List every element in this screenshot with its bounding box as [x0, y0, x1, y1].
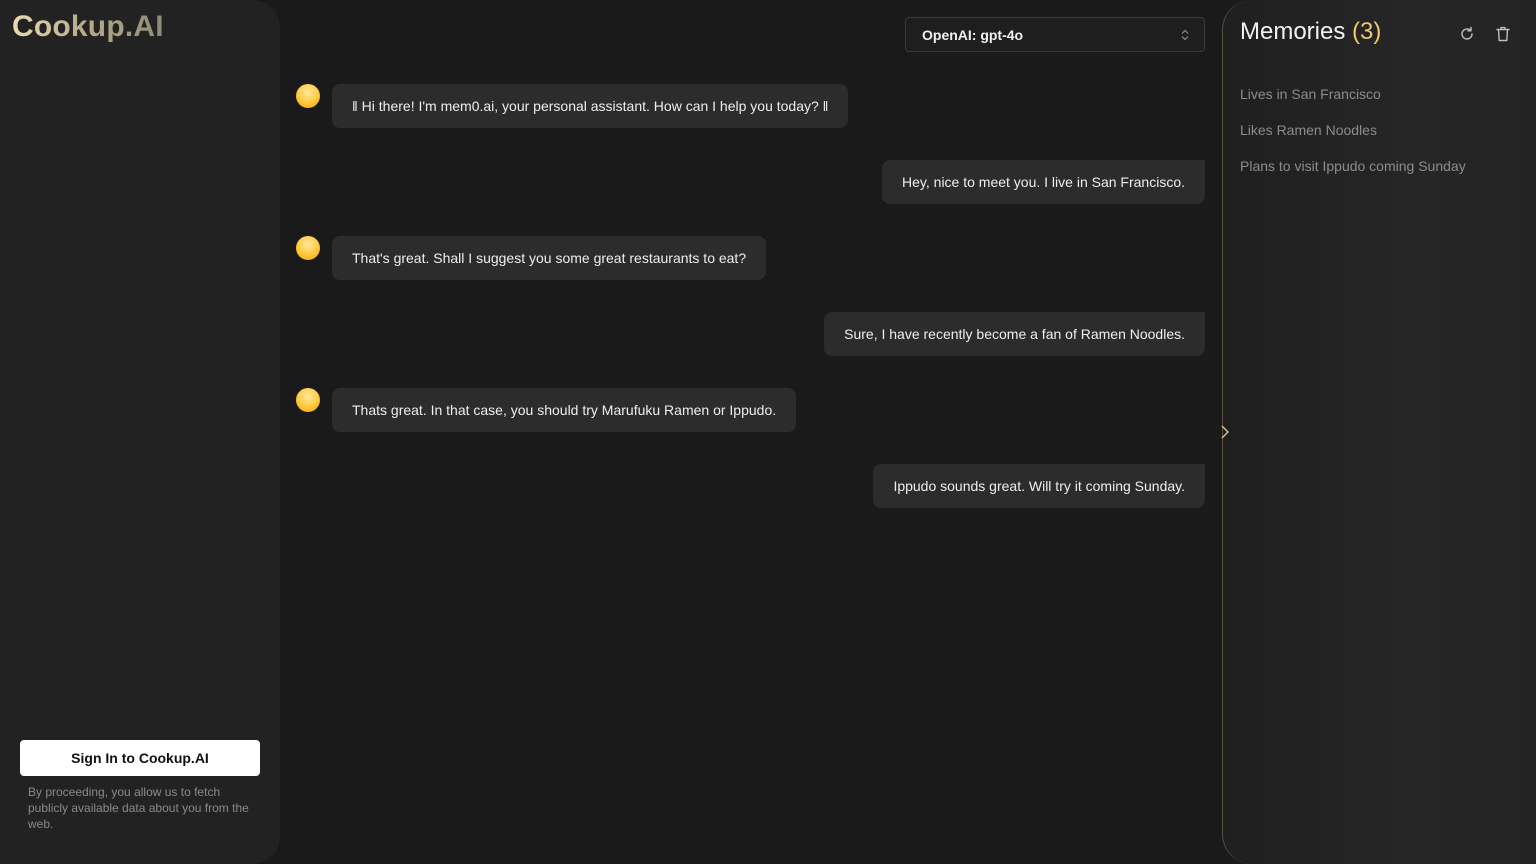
model-select-value: OpenAI: gpt-4o: [922, 26, 1024, 43]
assistant-message: ‖ Hi there! I'm mem0.ai, your personal a…: [332, 84, 849, 128]
user-message: Sure, I have recently become a fan of Ra…: [824, 312, 1205, 356]
collapse-panel-icon[interactable]: [1220, 424, 1232, 440]
memories-panel: Memories (3) Lives in San Francisco Like…: [1220, 0, 1536, 864]
refresh-icon[interactable]: [1457, 24, 1477, 44]
assistant-avatar: [296, 84, 320, 108]
memory-item: Plans to visit Ippudo coming Sunday: [1240, 158, 1466, 174]
memories-title: Memories (3): [1240, 18, 1381, 46]
sidebar: Cookup.AI Sign In to Cookup.AI By procee…: [0, 0, 280, 864]
assistant-message: That's great. Shall I suggest you some g…: [332, 236, 767, 280]
user-message: Ippudo sounds great. Will try it coming …: [873, 464, 1205, 508]
memories-title-text: Memories: [1240, 18, 1346, 45]
memory-item: Lives in San Francisco: [1240, 86, 1381, 102]
sign-in-button[interactable]: Sign In to Cookup.AI: [20, 740, 260, 776]
app-logo[interactable]: Cookup.AI: [12, 10, 164, 44]
chevron-up-down-icon: [1180, 27, 1190, 43]
model-select[interactable]: OpenAI: gpt-4o: [905, 17, 1205, 52]
signin-disclaimer: By proceeding, you allow us to fetch pub…: [28, 785, 249, 831]
user-message: Hey, nice to meet you. I live in San Fra…: [882, 160, 1205, 204]
assistant-avatar: [296, 236, 320, 260]
assistant-message: Thats great. In that case, you should tr…: [332, 388, 797, 432]
memory-item: Likes Ramen Noodles: [1240, 122, 1377, 138]
trash-icon[interactable]: [1493, 24, 1513, 44]
memories-count: (3): [1352, 18, 1382, 45]
assistant-avatar: [296, 388, 320, 412]
